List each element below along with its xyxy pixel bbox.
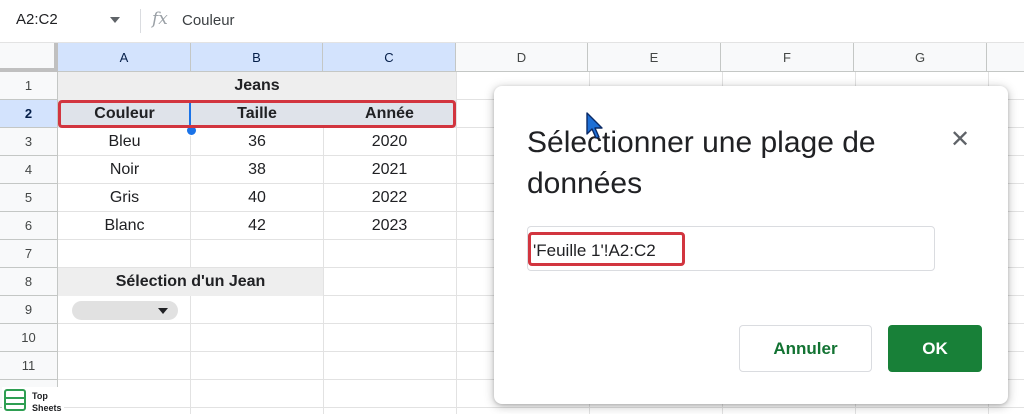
- logo-text: Top Sheets: [32, 390, 62, 414]
- formula-bar: A2:C2 fx Couleur: [0, 0, 1024, 43]
- selection-label: Sélection d'un Jean: [115, 273, 266, 290]
- row-header-8[interactable]: 8: [0, 268, 58, 296]
- top-sheets-logo: Top Sheets: [2, 387, 64, 414]
- column-header-b[interactable]: B: [191, 43, 323, 72]
- row-header-4[interactable]: 4: [0, 156, 58, 184]
- highlight-box-input: [528, 232, 685, 266]
- table-cell: 2020: [371, 133, 408, 150]
- row-header-1[interactable]: 1: [0, 72, 58, 100]
- formula-input[interactable]: Couleur: [182, 12, 235, 29]
- dialog-title: Sélectionner une plage de données: [527, 126, 876, 200]
- table-cell: Noir: [109, 161, 140, 178]
- column-header-c[interactable]: C: [323, 43, 456, 72]
- row-header-7[interactable]: 7: [0, 240, 58, 268]
- logo-line-2: Sheets: [32, 403, 62, 413]
- mouse-cursor-icon: [586, 112, 603, 139]
- cancel-button[interactable]: Annuler: [739, 325, 872, 372]
- sheets-logo-icon: [4, 389, 26, 411]
- column-header-f[interactable]: F: [721, 43, 854, 72]
- dropdown-arrow-icon[interactable]: [158, 308, 168, 314]
- ok-button[interactable]: OK: [888, 325, 982, 372]
- table-cell: 38: [248, 161, 266, 178]
- row-header-9[interactable]: 9: [0, 296, 58, 324]
- logo-line-1: Top: [32, 391, 48, 401]
- table-cell: 42: [248, 217, 266, 234]
- row-header-10[interactable]: 10: [0, 324, 58, 352]
- table-cell: Bleu: [108, 133, 141, 150]
- fx-icon: fx: [152, 9, 168, 29]
- select-range-dialog: Sélectionner une plage de données ✕ 'Feu…: [494, 86, 1008, 404]
- table-cell: 2021: [371, 161, 408, 178]
- table-cell: 2022: [371, 189, 408, 206]
- table-cell: 40: [248, 189, 266, 206]
- table-cell: 2023: [371, 217, 408, 234]
- column-header-a[interactable]: A: [58, 43, 191, 72]
- row-header-11[interactable]: 11: [0, 352, 58, 380]
- close-icon[interactable]: ✕: [950, 128, 970, 152]
- table-cell: 36: [248, 133, 266, 150]
- chevron-down-icon[interactable]: [110, 17, 120, 23]
- row-header-6[interactable]: 6: [0, 212, 58, 240]
- column-header-g[interactable]: G: [854, 43, 987, 72]
- table-cell: Gris: [109, 189, 140, 206]
- select-all-corner[interactable]: [0, 43, 58, 72]
- table-cell: Blanc: [104, 217, 145, 234]
- column-header-d[interactable]: D: [456, 43, 588, 72]
- highlight-box-range: [58, 100, 456, 128]
- row-header-2[interactable]: 2: [0, 100, 58, 128]
- table-title: Jeans: [234, 77, 280, 94]
- formula-divider: [140, 9, 141, 33]
- name-box[interactable]: A2:C2: [16, 11, 58, 28]
- row-header-3[interactable]: 3: [0, 128, 58, 156]
- column-header-e[interactable]: E: [588, 43, 721, 72]
- column-header-h[interactable]: [987, 43, 1024, 72]
- row-header-5[interactable]: 5: [0, 184, 58, 212]
